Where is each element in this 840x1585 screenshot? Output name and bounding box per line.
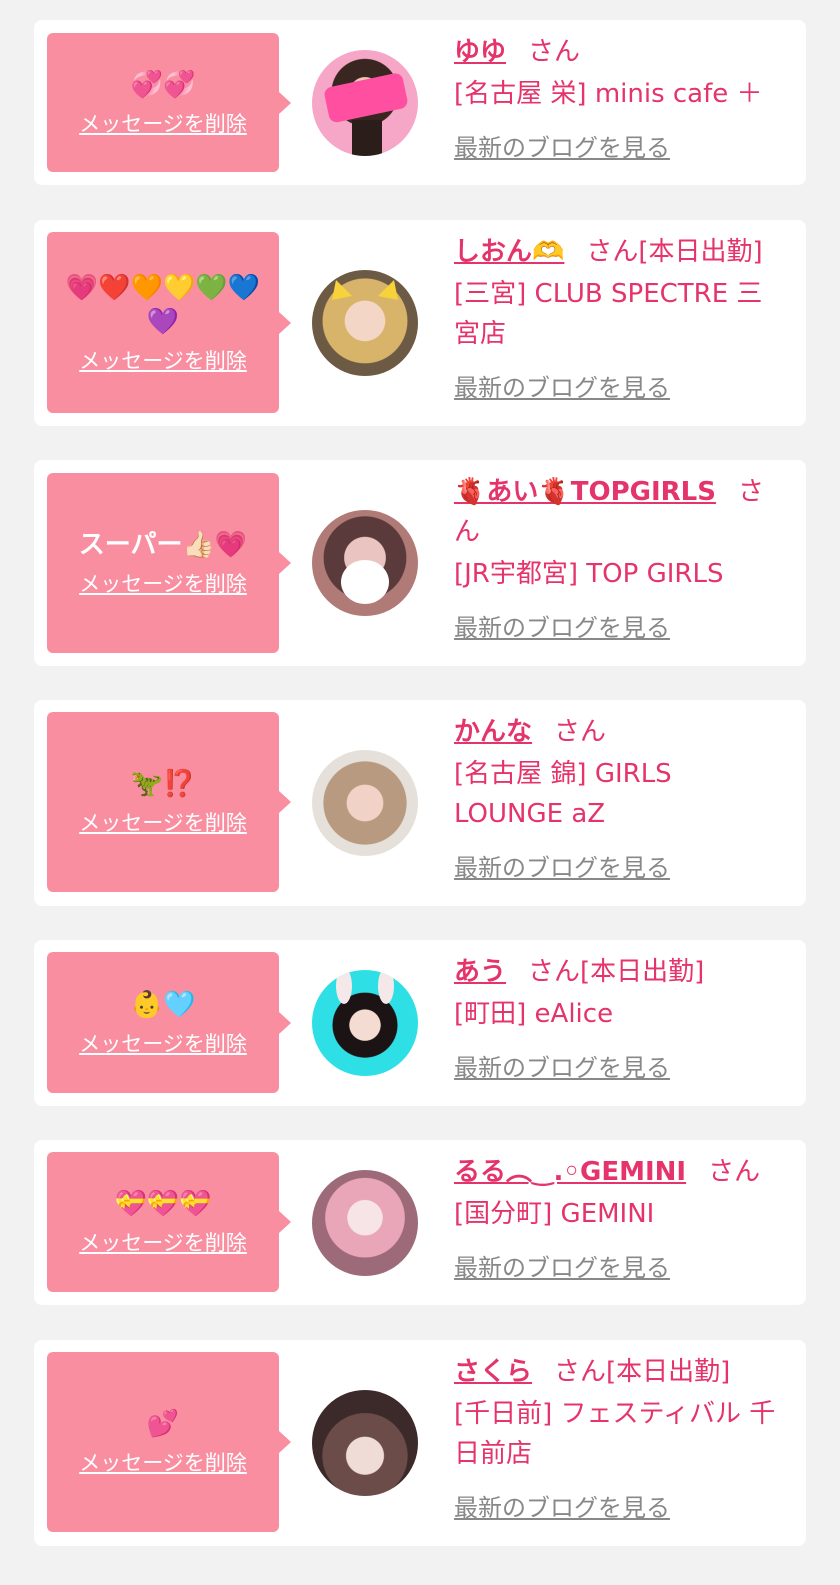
delete-message-link[interactable]: メッセージを削除 — [79, 1028, 247, 1058]
message-bubble: 💞💞 メッセージを削除 — [47, 33, 279, 172]
delete-message-link[interactable]: メッセージを削除 — [79, 1227, 247, 1257]
profile-info: 🫀あい🫀TOPGIRLS さん [JR宇都宮] TOP GIRLS 最新のブログを… — [454, 472, 788, 643]
message-text: 👶🩵 — [130, 989, 196, 1020]
cast-name-link[interactable]: さくら — [454, 1357, 532, 1387]
latest-blog-link[interactable]: 最新のブログを見る — [454, 128, 670, 163]
message-bubble: 💝💝💝 メッセージを削除 — [47, 1152, 279, 1292]
honorific: さん — [528, 37, 581, 67]
message-card: 💕 メッセージを削除 さくら さん[本日出勤] [千日前] フェスティバル 千日前… — [34, 1340, 806, 1546]
honorific: さん — [528, 957, 581, 987]
message-bubble: 💕 メッセージを削除 — [47, 1352, 279, 1532]
cast-name-link[interactable]: かんな — [454, 717, 532, 747]
delete-message-link[interactable]: メッセージを削除 — [79, 108, 247, 138]
profile-info: しおん🫶 さん[本日出勤] [三宮] CLUB SPECTRE 三宮店 最新のブロ… — [454, 232, 788, 403]
latest-blog-link[interactable]: 最新のブログを見る — [454, 848, 670, 883]
message-card: 🦖⁉️ メッセージを削除 かんな さん [名古屋 錦] GIRLS LOUNGE … — [34, 700, 806, 906]
honorific: さん — [708, 1157, 761, 1187]
cast-name-link[interactable]: 🫀あい🫀TOPGIRLS — [454, 477, 716, 507]
status-text: [本日出勤] — [580, 957, 705, 987]
latest-blog-link[interactable]: 最新のブログを見る — [454, 1048, 670, 1083]
message-card: 💝💝💝 メッセージを削除 るる︵‿.◦GEMINI さん [国分町] GEMINI… — [34, 1140, 806, 1305]
message-bubble: 💗❤️🧡💛💚💙💜 メッセージを削除 — [47, 232, 279, 413]
profile-info: かんな さん [名古屋 錦] GIRLS LOUNGE aZ 最新のブログを見る — [454, 712, 788, 883]
profile-info: さくら さん[本日出勤] [千日前] フェスティバル 千日前店 最新のブログを見る — [454, 1352, 788, 1523]
profile-info: あう さん[本日出勤] [町田] eAlice 最新のブログを見る — [454, 952, 788, 1083]
avatar[interactable] — [312, 1170, 418, 1276]
cast-name-link[interactable]: しおん🫶 — [454, 237, 564, 267]
status-text: [本日出勤] — [638, 237, 763, 267]
shop-text: [三宮] CLUB SPECTRE 三宮店 — [454, 279, 763, 349]
cast-name-link[interactable]: あう — [454, 957, 506, 987]
profile-info: るる︵‿.◦GEMINI さん [国分町] GEMINI 最新のブログを見る — [454, 1152, 788, 1283]
avatar[interactable] — [312, 270, 418, 376]
message-text: 💝💝💝 — [114, 1189, 212, 1219]
message-list: 💞💞 メッセージを削除 ゆゆ さん [名古屋 栄] minis cafe ＋ 最新… — [0, 0, 840, 1585]
honorific: さん — [586, 237, 639, 267]
latest-blog-link[interactable]: 最新のブログを見る — [454, 608, 670, 643]
message-card: 💗❤️🧡💛💚💙💜 メッセージを削除 しおん🫶 さん[本日出勤] [三宮] CLUB… — [34, 220, 806, 426]
shop-text: [国分町] GEMINI — [454, 1199, 655, 1229]
message-text: 💕 — [146, 1409, 180, 1439]
message-bubble: 👶🩵 メッセージを削除 — [47, 952, 279, 1093]
message-card: スーパー👍🏻💗 メッセージを削除 🫀あい🫀TOPGIRLS さん [JR宇都宮] … — [34, 460, 806, 666]
latest-blog-link[interactable]: 最新のブログを見る — [454, 1488, 670, 1523]
message-text: 💞💞 — [130, 69, 196, 100]
delete-message-link[interactable]: メッセージを削除 — [79, 807, 247, 837]
avatar[interactable] — [312, 510, 418, 616]
shop-text: [千日前] フェスティバル 千日前店 — [454, 1399, 776, 1469]
status-text: [本日出勤] — [606, 1357, 731, 1387]
latest-blog-link[interactable]: 最新のブログを見る — [454, 1248, 670, 1283]
shop-text: [町田] eAlice — [454, 999, 614, 1029]
message-card: 💞💞 メッセージを削除 ゆゆ さん [名古屋 栄] minis cafe ＋ 最新… — [34, 20, 806, 185]
message-text: 🦖⁉️ — [130, 769, 196, 799]
shop-text: [名古屋 錦] GIRLS LOUNGE aZ — [454, 759, 672, 829]
delete-message-link[interactable]: メッセージを削除 — [79, 568, 247, 598]
profile-info: ゆゆ さん [名古屋 栄] minis cafe ＋ 最新のブログを見る — [454, 32, 788, 163]
avatar[interactable] — [312, 750, 418, 856]
avatar[interactable] — [312, 50, 418, 156]
delete-message-link[interactable]: メッセージを削除 — [79, 345, 247, 375]
honorific: さん — [554, 1357, 607, 1387]
message-card: 👶🩵 メッセージを削除 あう さん[本日出勤] [町田] eAlice 最新のブロ… — [34, 940, 806, 1106]
message-text: スーパー👍🏻💗 — [78, 530, 248, 560]
avatar[interactable] — [312, 1390, 418, 1496]
honorific: さん — [554, 717, 607, 747]
shop-text: [JR宇都宮] TOP GIRLS — [454, 559, 724, 589]
message-bubble: 🦖⁉️ メッセージを削除 — [47, 712, 279, 892]
shop-text: [名古屋 栄] minis cafe ＋ — [454, 79, 763, 109]
delete-message-link[interactable]: メッセージを削除 — [79, 1447, 247, 1477]
avatar[interactable] — [312, 970, 418, 1076]
message-text: 💗❤️🧡💛💚💙💜 — [65, 272, 261, 337]
cast-name-link[interactable]: るる︵‿.◦GEMINI — [454, 1157, 686, 1187]
message-bubble: スーパー👍🏻💗 メッセージを削除 — [47, 473, 279, 653]
latest-blog-link[interactable]: 最新のブログを見る — [454, 368, 670, 403]
cast-name-link[interactable]: ゆゆ — [454, 37, 506, 67]
